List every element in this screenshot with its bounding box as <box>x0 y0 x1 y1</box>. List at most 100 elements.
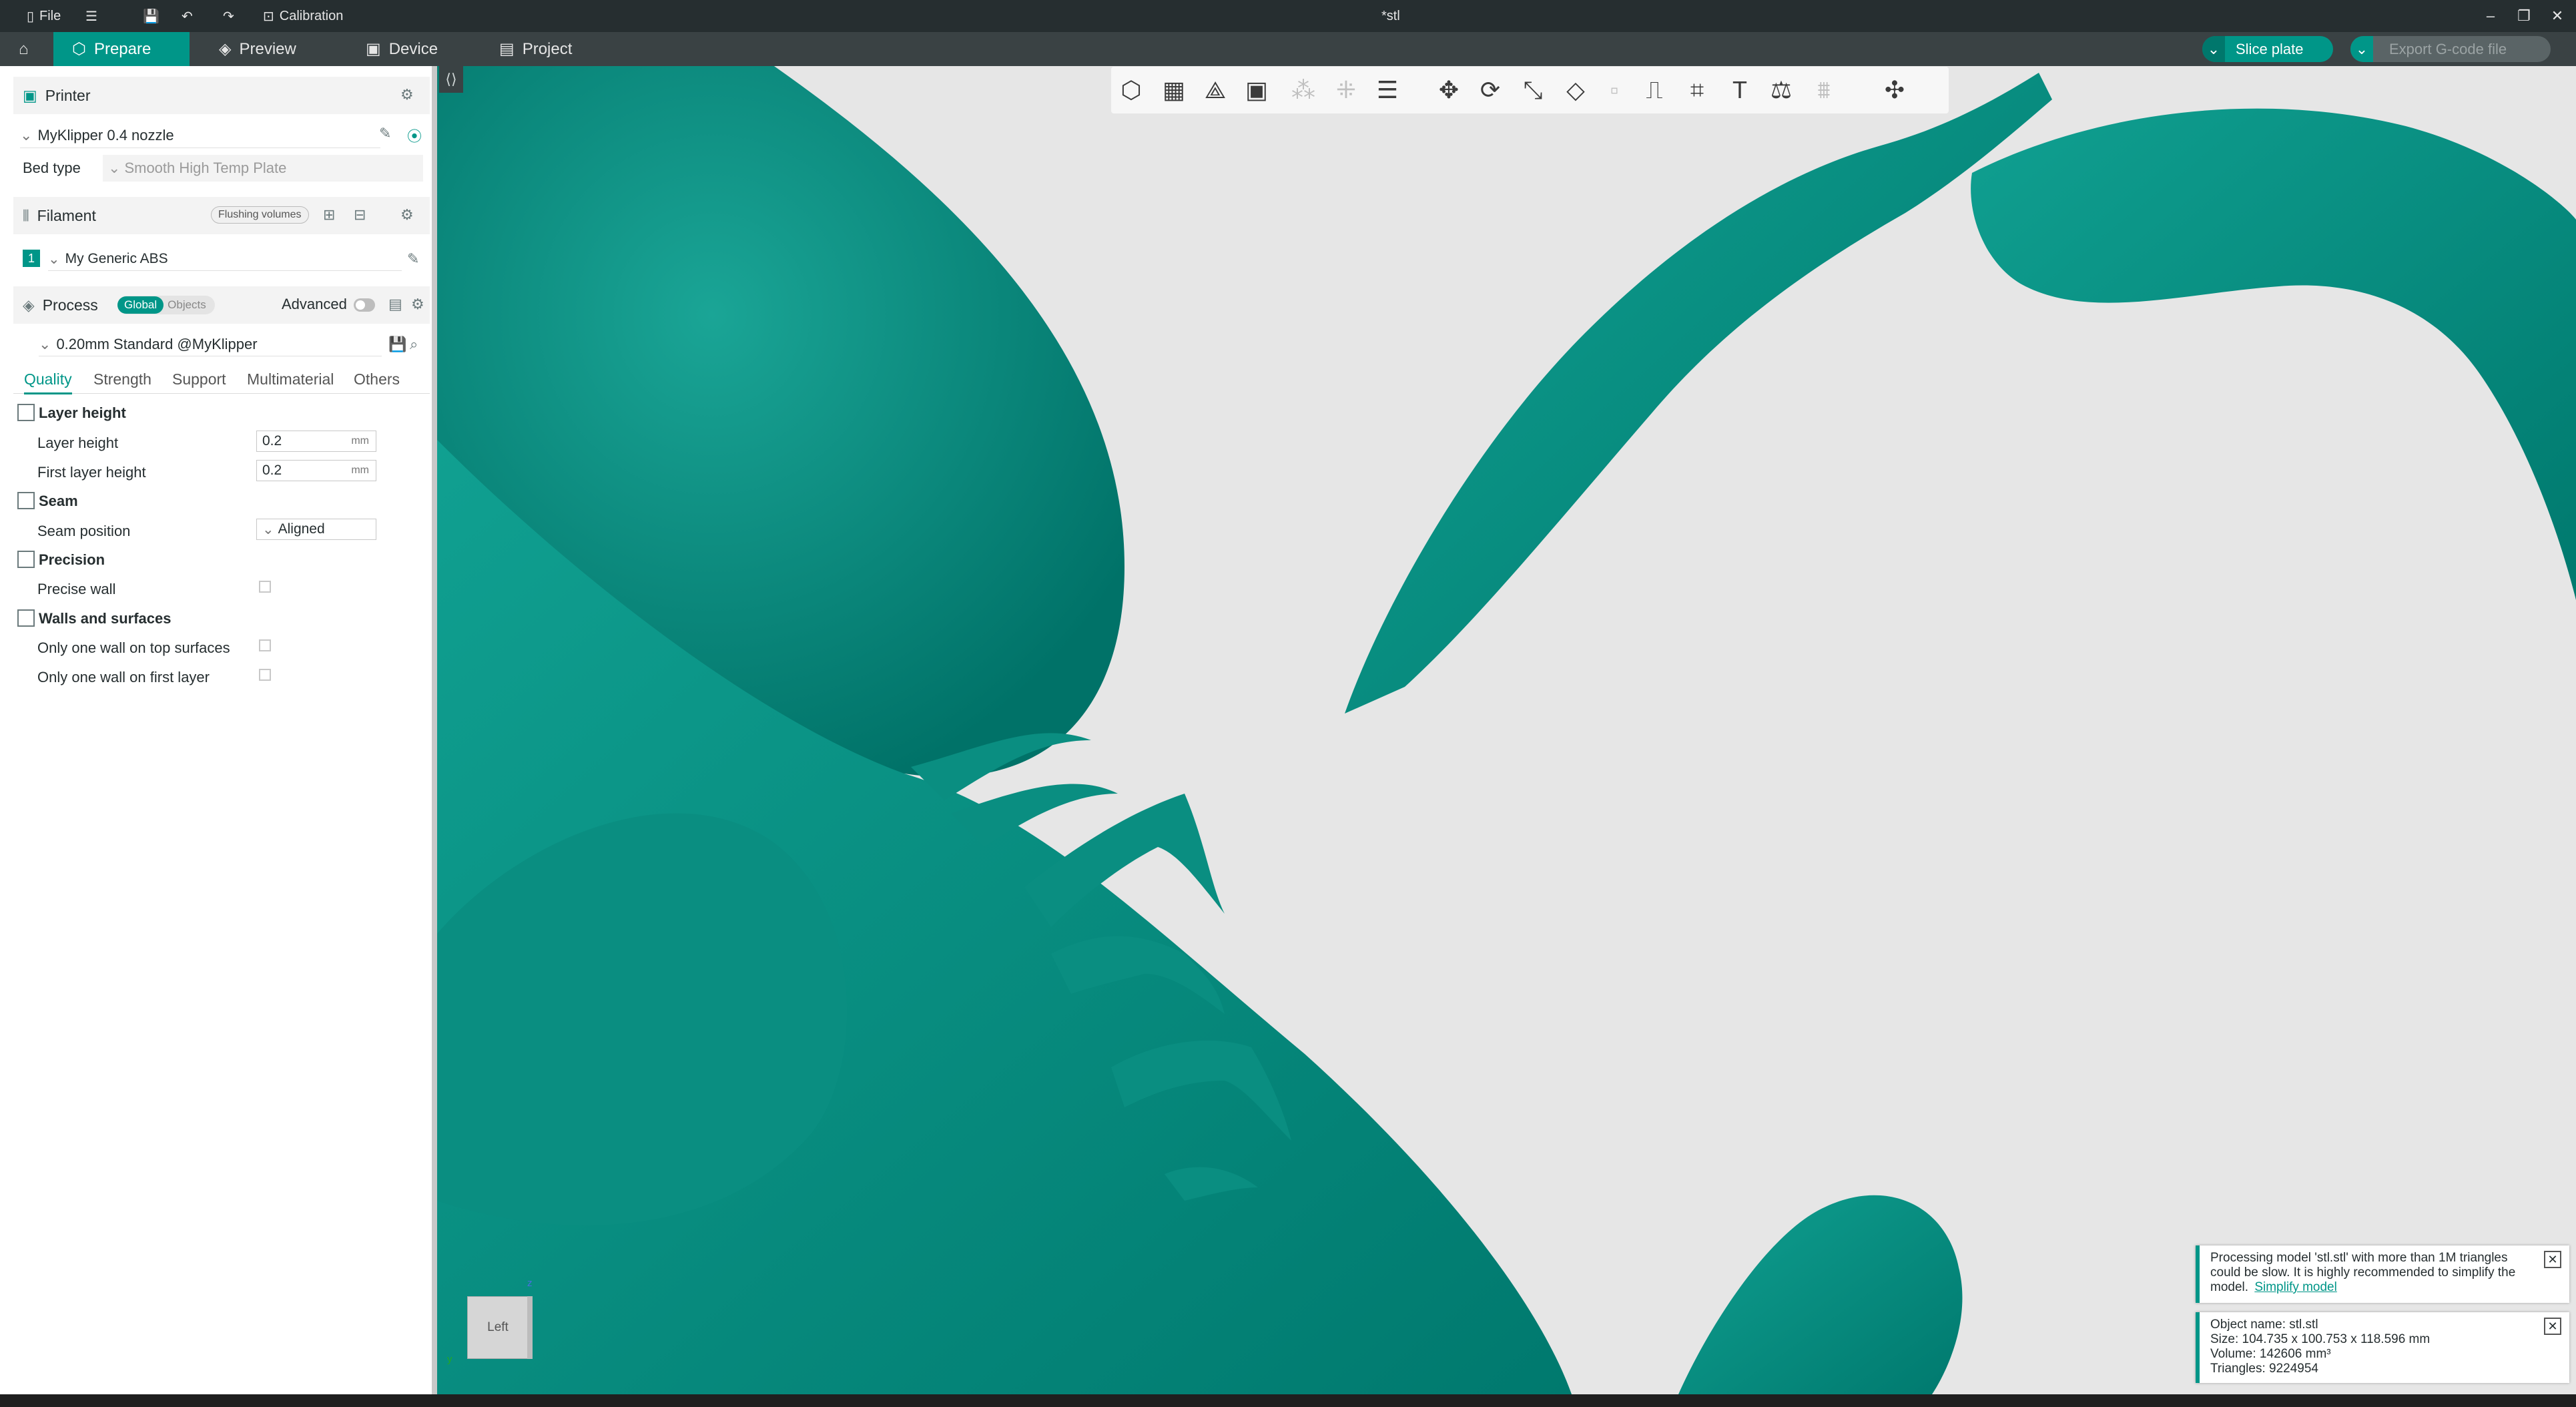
process-header-label: Process <box>42 296 98 314</box>
axis-z-label: z <box>527 1278 533 1289</box>
save-preset-icon[interactable]: 💾 <box>388 336 406 353</box>
scale-icon[interactable]: ⤡ <box>1516 73 1550 107</box>
precision-group-title: Precision <box>39 551 105 568</box>
assembly-icon[interactable]: ⩩ <box>1807 73 1841 107</box>
layer-height-icon <box>17 404 35 421</box>
auto-orient-icon[interactable]: ⟁ <box>1198 73 1233 107</box>
tab-project-label: Project <box>522 39 573 58</box>
redo-icon[interactable]: ↷ <box>223 0 234 32</box>
flushing-volumes-button[interactable]: Flushing volumes <box>211 206 309 224</box>
global-objects-toggle[interactable]: Global Objects <box>117 296 215 314</box>
slice-plate-button[interactable]: ⌄ Slice plate <box>2202 36 2333 62</box>
remove-filament-icon[interactable]: ⊟ <box>354 206 366 224</box>
device-icon: ▣ <box>366 40 381 58</box>
tab-prepare[interactable]: ⬡ Prepare <box>53 32 190 66</box>
layer-height-group-title: Layer height <box>39 404 126 421</box>
puzzle-icon[interactable]: ✣ <box>1877 73 1912 107</box>
support-paint-icon[interactable]: ⎍ <box>1637 73 1672 107</box>
process-settings-icon[interactable]: ⚙ <box>411 296 424 313</box>
compare-icon[interactable]: ▤ <box>388 296 402 313</box>
add-filament-icon[interactable]: ⊞ <box>323 206 335 224</box>
rotate-icon[interactable]: ⟳ <box>1473 73 1508 107</box>
layer-height-input[interactable]: 0.2 mm <box>256 431 376 452</box>
first-layer-height-unit: mm <box>351 465 369 476</box>
list-icon[interactable]: ☰ <box>85 0 97 32</box>
collapse-sidebar-button[interactable]: ⟨⟩ <box>439 66 463 93</box>
add-plate-icon[interactable]: ▦ <box>1157 73 1191 107</box>
axis-y-label: y <box>447 1354 452 1365</box>
text-icon[interactable]: T <box>1722 73 1757 107</box>
3d-viewport[interactable]: ⟨⟩ ⬡ ▦ ⟁ ▣ ⁂ ⁜ ☰ ✥ ⟳ ⤡ ◇ ▫ ⎍ ⌗ T ⚖ ⩩ ✣ L… <box>437 66 2576 1394</box>
window-title: *stl <box>1381 8 1400 23</box>
seam-paint-icon[interactable]: ⌗ <box>1680 73 1714 107</box>
add-object-icon[interactable]: ⬡ <box>1114 73 1149 107</box>
tab-prepare-label: Prepare <box>93 39 151 58</box>
calibration-label: Calibration <box>279 8 344 23</box>
home-icon[interactable]: ⌂ <box>0 32 53 66</box>
minimize-icon[interactable]: – <box>2473 0 2508 32</box>
close-icon[interactable]: ✕ <box>2544 1251 2561 1268</box>
undo-icon[interactable]: ↶ <box>182 0 193 32</box>
edit-icon[interactable]: ✎ <box>407 250 419 268</box>
chevron-down-icon: ⌄ <box>2350 36 2373 62</box>
model-tail-shape <box>1345 73 2052 714</box>
printer-settings-icon[interactable]: ⚙ <box>400 86 414 103</box>
tab-others[interactable]: Others <box>354 370 400 388</box>
one-wall-top-checkbox[interactable] <box>259 639 271 651</box>
first-layer-height-input[interactable]: 0.2 mm <box>256 460 376 481</box>
model-render[interactable] <box>437 66 2576 1394</box>
close-icon[interactable]: ✕ <box>2544 1318 2561 1335</box>
view-cube-label: Left <box>487 1320 509 1334</box>
layers-icon: ◈ <box>219 40 232 58</box>
calibration-icon: ⊡ <box>263 9 274 24</box>
restore-icon[interactable]: ❐ <box>2507 0 2541 32</box>
objects-toggle-option[interactable]: Objects <box>164 296 210 314</box>
advanced-toggle[interactable] <box>354 298 375 312</box>
filament-icon: ⫴ <box>23 206 29 224</box>
arrange-icon[interactable]: ▣ <box>1239 73 1274 107</box>
search-icon[interactable]: ⌕ <box>410 336 418 353</box>
split-objects-icon[interactable]: ⁂ <box>1286 73 1321 107</box>
slice-plate-label: Slice plate <box>2236 40 2304 57</box>
edit-icon[interactable]: ✎ <box>379 125 391 142</box>
tab-device[interactable]: ▣ Device <box>347 32 474 66</box>
view-cube[interactable]: Left z y <box>447 1278 533 1365</box>
tab-preview[interactable]: ◈ Preview <box>200 32 327 66</box>
measure-icon[interactable]: ⚖ <box>1764 73 1799 107</box>
taskbar-strip <box>0 1394 2576 1407</box>
precise-wall-label: Precise wall <box>37 581 116 597</box>
export-gcode-label: Export G-code file <box>2389 40 2507 57</box>
seam-position-dropdown[interactable]: ⌄ Aligned <box>256 519 376 540</box>
process-preset-selector[interactable]: ⌄ 0.20mm Standard @MyKlipper <box>39 333 382 356</box>
simplify-model-link[interactable]: Simplify model <box>2254 1280 2337 1294</box>
filament-selector[interactable]: ⌄ My Generic ABS <box>48 248 402 271</box>
lay-on-face-icon[interactable]: ◇ <box>1558 73 1593 107</box>
tab-multimaterial[interactable]: Multimaterial <box>247 370 334 388</box>
filament-settings-icon[interactable]: ⚙ <box>400 206 414 224</box>
precise-wall-checkbox[interactable] <box>259 581 271 593</box>
split-parts-icon[interactable]: ⁜ <box>1329 73 1363 107</box>
global-toggle-option[interactable]: Global <box>117 296 164 314</box>
view-cube-face[interactable]: Left <box>467 1296 529 1359</box>
close-icon[interactable]: ✕ <box>2540 0 2575 32</box>
tab-support[interactable]: Support <box>172 370 226 388</box>
wifi-icon[interactable]: ⦿ <box>407 125 422 146</box>
move-icon[interactable]: ✥ <box>1431 73 1466 107</box>
file-menu[interactable]: ▯ File <box>27 0 61 32</box>
tab-strength[interactable]: Strength <box>93 370 151 388</box>
bed-type-dropdown[interactable]: ⌄ Smooth High Temp Plate <box>103 155 423 182</box>
object-volume-text: Volume: 142606 mm³ <box>2210 1347 2331 1361</box>
layers-icon[interactable]: ☰ <box>1370 73 1405 107</box>
one-wall-first-checkbox[interactable] <box>259 669 271 681</box>
chevron-down-icon: ⌄ <box>2202 36 2225 62</box>
save-icon[interactable]: 💾 <box>143 0 159 32</box>
export-gcode-button[interactable]: ⌄ Export G-code file <box>2350 36 2551 62</box>
settings-sidebar: ▣ Printer ⚙ ⌄ MyKlipper 0.4 nozzle ✎ ⦿ B… <box>0 66 437 1407</box>
tab-project[interactable]: ▤ Project <box>480 32 607 66</box>
cut-icon[interactable]: ▫ <box>1597 73 1632 107</box>
object-name-text: Object name: stl.stl <box>2210 1318 2318 1332</box>
printer-selector[interactable]: ⌄ MyKlipper 0.4 nozzle <box>20 123 380 148</box>
tab-quality[interactable]: Quality <box>24 370 72 394</box>
model-base-shape <box>1678 1195 1963 1394</box>
calibration-menu[interactable]: ⊡ Calibration <box>263 0 343 32</box>
